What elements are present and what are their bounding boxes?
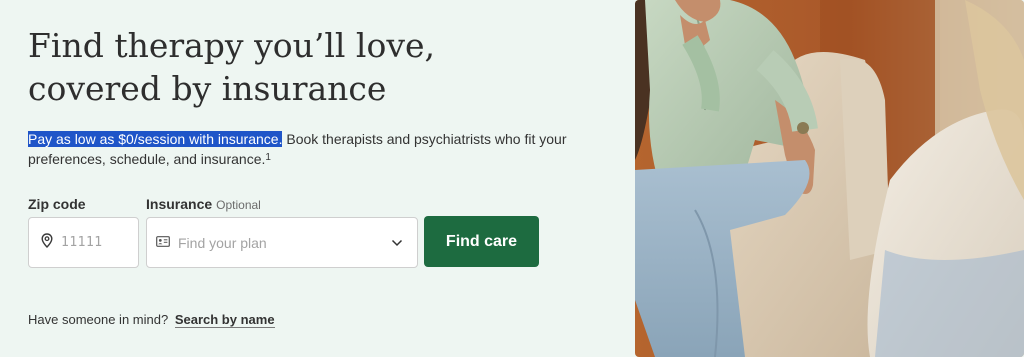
- insurance-label: Insurance Optional: [146, 196, 261, 212]
- chevron-down-icon[interactable]: [391, 234, 403, 257]
- someone-in-mind-text: Have someone in mind?: [28, 312, 169, 327]
- insurance-input[interactable]: Find your plan: [178, 235, 267, 251]
- insurance-select[interactable]: Find your plan: [146, 217, 418, 268]
- hero-section: Find therapy you’ll love, covered by ins…: [0, 0, 632, 357]
- zip-label-text: Zip code: [28, 196, 86, 212]
- search-by-name-row: Have someone in mind? Search by name: [28, 312, 275, 328]
- optional-tag: Optional: [216, 198, 261, 212]
- therapy-session-photo: [635, 0, 1024, 357]
- page-title-line-2: covered by insurance: [28, 69, 387, 108]
- page-title-line-1: Find therapy you’ll love,: [28, 26, 436, 65]
- zip-label: Zip code: [28, 196, 86, 212]
- footnote-marker[interactable]: 1: [265, 152, 271, 163]
- insurance-label-text: Insurance: [146, 196, 213, 212]
- hero-photo: [635, 0, 1024, 357]
- search-by-name-link[interactable]: Search by name: [174, 312, 275, 328]
- id-card-icon: [156, 234, 170, 252]
- subtitle-highlighted-text: Pay as low as $0/session with insurance.: [28, 131, 283, 147]
- find-care-button[interactable]: Find care: [424, 216, 539, 267]
- hero-subtitle: Pay as low as $0/session with insurance.…: [28, 129, 588, 172]
- zip-code-input[interactable]: 11111: [61, 235, 103, 250]
- zip-code-field[interactable]: 11111: [28, 217, 139, 268]
- page-title: Find therapy you’ll love, covered by ins…: [28, 24, 588, 110]
- location-pin-icon: [41, 232, 53, 253]
